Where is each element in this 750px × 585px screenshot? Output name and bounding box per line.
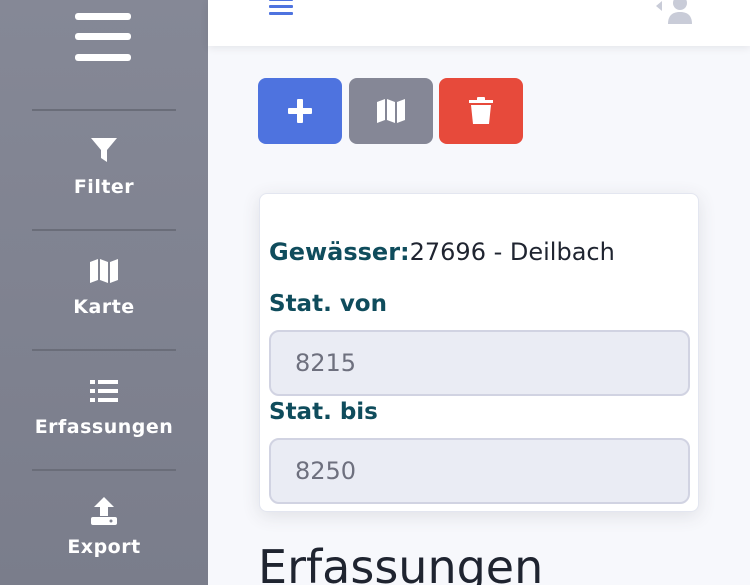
sidebar-toggle-button[interactable]	[75, 13, 131, 61]
plus-icon	[288, 99, 312, 123]
sidebar-item-label: Erfassungen	[34, 416, 174, 438]
menu-bar	[269, 12, 293, 15]
sidebar-item-erfassungen[interactable]: Erfassungen	[0, 360, 208, 460]
list-icon	[90, 376, 118, 406]
sidebar: Filter Karte Erfassungen Export	[0, 0, 208, 585]
gewaesser-info: Gewässer:27696 - Deilbach	[269, 238, 615, 266]
user-menu[interactable]	[654, 0, 694, 28]
menu-toggle-button[interactable]	[269, 0, 293, 18]
stat-von-label: Stat. von	[269, 291, 387, 317]
trash-icon	[469, 97, 493, 124]
sidebar-divider	[32, 109, 176, 111]
gewaesser-label: Gewässer:	[269, 238, 410, 266]
delete-button[interactable]	[439, 78, 523, 144]
stat-bis-input[interactable]	[269, 438, 690, 504]
user-icon	[656, 0, 692, 24]
sidebar-divider	[32, 349, 176, 351]
sidebar-divider	[32, 229, 176, 231]
stat-bis-label: Stat. bis	[269, 399, 378, 425]
topbar	[208, 0, 750, 46]
hamburger-bar	[75, 33, 131, 40]
hamburger-bar	[75, 13, 131, 20]
menu-bar	[269, 0, 293, 1]
gewaesser-value: 27696 - Deilbach	[409, 238, 615, 266]
sidebar-item-filter[interactable]: Filter	[0, 120, 208, 220]
detail-card: Gewässer:27696 - Deilbach Stat. von Stat…	[259, 193, 699, 512]
upload-icon	[89, 496, 119, 526]
map-icon	[89, 256, 119, 286]
section-title: Erfassungen	[258, 540, 544, 585]
sidebar-item-label: Filter	[73, 176, 135, 198]
menu-bar	[269, 5, 293, 8]
stat-von-input[interactable]	[269, 330, 690, 396]
sidebar-item-export[interactable]: Export	[0, 480, 208, 580]
sidebar-item-label: Export	[67, 536, 141, 558]
add-button[interactable]	[258, 78, 342, 144]
sidebar-item-label: Karte	[73, 296, 135, 318]
sidebar-divider	[32, 469, 176, 471]
map-icon	[377, 99, 405, 123]
filter-icon	[90, 136, 118, 166]
map-button[interactable]	[349, 78, 433, 144]
hamburger-bar	[75, 54, 131, 61]
sidebar-item-karte[interactable]: Karte	[0, 240, 208, 340]
